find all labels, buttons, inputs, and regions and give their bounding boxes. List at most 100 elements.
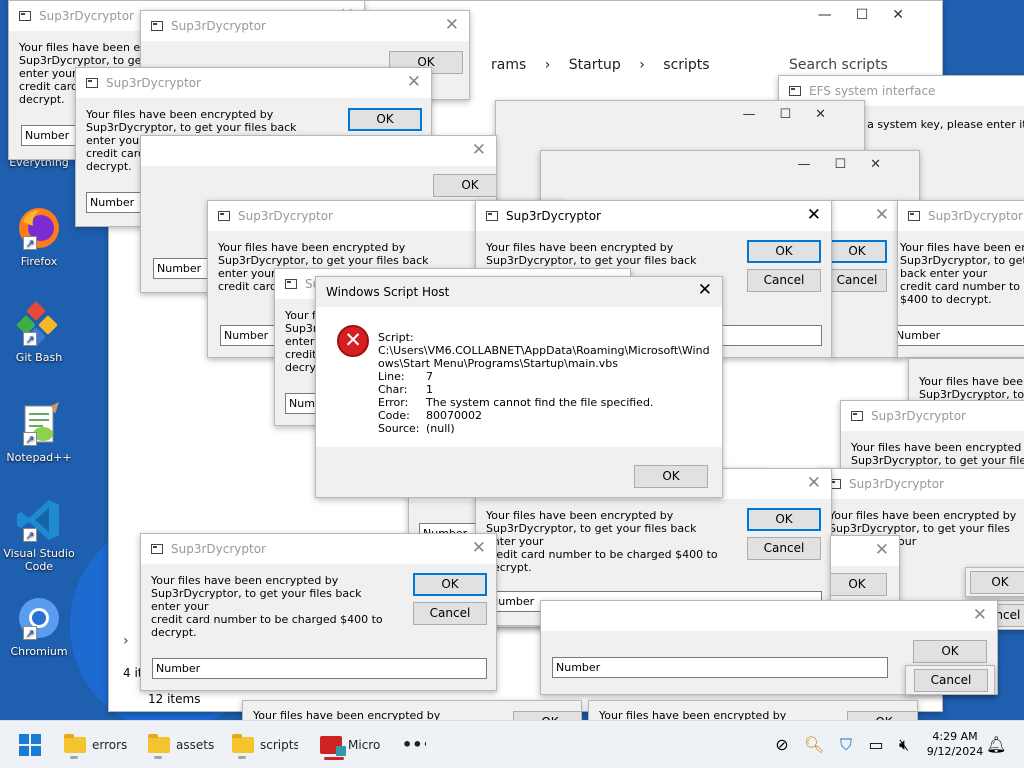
cancel-button[interactable]: Cancel <box>831 269 887 292</box>
close-icon[interactable]: ✕ <box>807 205 821 225</box>
minimize-icon[interactable]: — <box>797 157 834 172</box>
efs-message-line: . <box>839 131 1024 144</box>
app-icon <box>19 11 31 21</box>
desktop-icon-git-bash[interactable]: ↗ Git Bash <box>2 300 76 364</box>
desktop-icon-firefox[interactable]: ↗ Firefox <box>2 204 76 268</box>
more-overflow-icon[interactable]: ••• <box>402 729 426 761</box>
folder-icon <box>64 734 86 753</box>
close-icon[interactable]: ✕ <box>472 538 486 558</box>
maximize-icon[interactable]: ☐ <box>779 107 815 122</box>
vscode-icon: ↗ <box>15 496 63 544</box>
ransom-dialog: Cancel <box>905 665 995 695</box>
line-label: Line: <box>378 370 405 383</box>
cancel-button[interactable]: Cancel <box>747 537 821 560</box>
minimize-icon[interactable]: — <box>818 7 856 23</box>
search-magnifier-icon[interactable]: 🔍︎ <box>804 735 824 755</box>
taskbar-item-assets[interactable]: assets <box>144 729 214 761</box>
breadcrumb-scripts[interactable]: scripts <box>663 57 709 73</box>
close-icon[interactable]: ✕ <box>870 157 905 172</box>
clock-date: 9/12/2024 <box>926 745 984 758</box>
breadcrumb-programs[interactable]: rams <box>491 57 526 73</box>
taskbar-item-microsoft[interactable]: Micro <box>316 729 386 761</box>
close-icon[interactable]: ✕ <box>875 205 889 225</box>
close-icon[interactable]: ✕ <box>445 15 459 35</box>
nav-expand-chevron-icon[interactable]: › <box>123 633 129 649</box>
close-icon[interactable]: ✕ <box>973 605 987 625</box>
efs-message-line: iring a system key, please enter it <box>839 118 1024 131</box>
wsh-body: ✕ Script: C:\Users\VM6.COLLABNET\AppData… <box>316 307 722 447</box>
wsh-ok-button[interactable]: OK <box>634 465 708 488</box>
notification-bell-icon[interactable]: 🔔︎ <box>986 735 1006 755</box>
taskbar-item-label: assets <box>176 738 214 752</box>
dialog-title: Sup3rDycryptor <box>171 19 266 33</box>
app-icon <box>285 279 297 289</box>
message-line: Your files have been encrypted by <box>599 709 787 720</box>
close-icon[interactable]: ✕ <box>875 540 889 560</box>
app-icon <box>851 411 863 421</box>
desktop-icon-vscode[interactable]: ↗ Visual Studio Code <box>2 496 76 573</box>
dialog-title: Sup3rDycryptor <box>238 209 333 223</box>
efs-title: EFS system interface <box>809 84 936 98</box>
dialog-title: Sup3rDycryptor <box>871 409 966 423</box>
message-line: Your files have been encrypted by <box>218 241 406 254</box>
app-icon <box>908 211 920 221</box>
security-shield-icon[interactable]: ⛉ <box>836 735 856 755</box>
ok-button[interactable]: OK <box>831 240 887 263</box>
network-off-icon[interactable]: ⊘ <box>772 735 792 755</box>
wsh-error-dialog: Windows Script Host ✕ ✕ Script: C:\Users… <box>315 276 723 498</box>
taskbar-item-label: Micro <box>348 738 381 752</box>
desktop-icon-label: Git Bash <box>15 351 63 364</box>
message-line: Your files have been encrypted by <box>919 375 1024 388</box>
close-icon[interactable]: ✕ <box>698 280 712 300</box>
message-line: Sup3rDycryptor, to get your files back e… <box>486 522 697 548</box>
dialog-title: Sup3rDycryptor <box>171 542 266 556</box>
ok-button[interactable]: OK <box>747 508 821 531</box>
ok-button[interactable]: OK <box>433 174 496 197</box>
ok-button[interactable]: OK <box>970 571 1024 594</box>
cancel-button[interactable]: Cancel <box>914 669 988 692</box>
app-icon <box>486 211 498 221</box>
ok-button[interactable]: OK <box>513 711 581 720</box>
close-icon[interactable]: ✕ <box>407 72 421 92</box>
ok-button[interactable]: OK <box>913 640 987 663</box>
code-label: Code: <box>378 409 410 422</box>
taskbar-item-scripts[interactable]: scripts <box>228 729 298 761</box>
search-input[interactable]: Search scripts <box>789 57 888 73</box>
credit-card-input[interactable]: Number <box>152 658 487 679</box>
desktop-icon-notepadpp[interactable]: ↗ Notepad++ <box>2 400 76 464</box>
taskbar-item-errors[interactable]: errors <box>60 729 138 761</box>
app-icon <box>86 78 98 88</box>
maximize-icon[interactable]: ☐ <box>856 7 893 23</box>
display-icon[interactable]: ▭ <box>866 735 886 755</box>
efs-message: iring a system key, please enter it . <box>839 118 1024 144</box>
breadcrumb-startup[interactable]: Startup <box>569 57 621 73</box>
dialog-title: Sup3rDycryptor <box>106 76 201 90</box>
ok-button[interactable]: OK <box>847 711 917 720</box>
cancel-button[interactable]: Cancel <box>413 602 487 625</box>
app-icon <box>789 86 801 96</box>
maximize-icon[interactable]: ☐ <box>834 157 870 172</box>
minimize-icon[interactable]: — <box>742 107 779 122</box>
notepadpp-icon: ↗ <box>15 400 63 448</box>
close-icon[interactable]: ✕ <box>892 7 928 23</box>
close-icon[interactable]: ✕ <box>815 107 850 122</box>
close-icon[interactable]: ✕ <box>807 473 821 493</box>
ok-button[interactable]: OK <box>831 573 887 596</box>
ok-button[interactable]: OK <box>747 240 821 263</box>
source-value: (null) <box>426 422 455 435</box>
message-line: Sup3rDycryptor, to get your files back e… <box>900 254 1024 280</box>
dialog-title: Sup3rDycryptor <box>39 9 134 23</box>
cancel-button[interactable]: Cancel <box>747 269 821 292</box>
credit-card-input[interactable]: Number <box>898 325 1024 346</box>
code-value: 80070002 <box>426 409 482 422</box>
window-controls: —☐✕ <box>742 107 850 122</box>
ok-button[interactable]: OK <box>348 108 422 131</box>
ok-button[interactable]: OK <box>413 573 487 596</box>
desktop-icon-chromium[interactable]: ↗ Chromium <box>2 594 76 658</box>
credit-card-input[interactable]: Number <box>552 657 888 678</box>
close-icon[interactable]: ✕ <box>472 140 486 160</box>
clock[interactable]: 4:29 AM 9/12/2024 <box>926 729 984 759</box>
volume-muted-icon[interactable]: 🔇︎ <box>894 735 914 755</box>
start-button[interactable] <box>18 729 48 761</box>
message-line: Sup3rDycryptor, to get your files back e… <box>151 587 362 613</box>
